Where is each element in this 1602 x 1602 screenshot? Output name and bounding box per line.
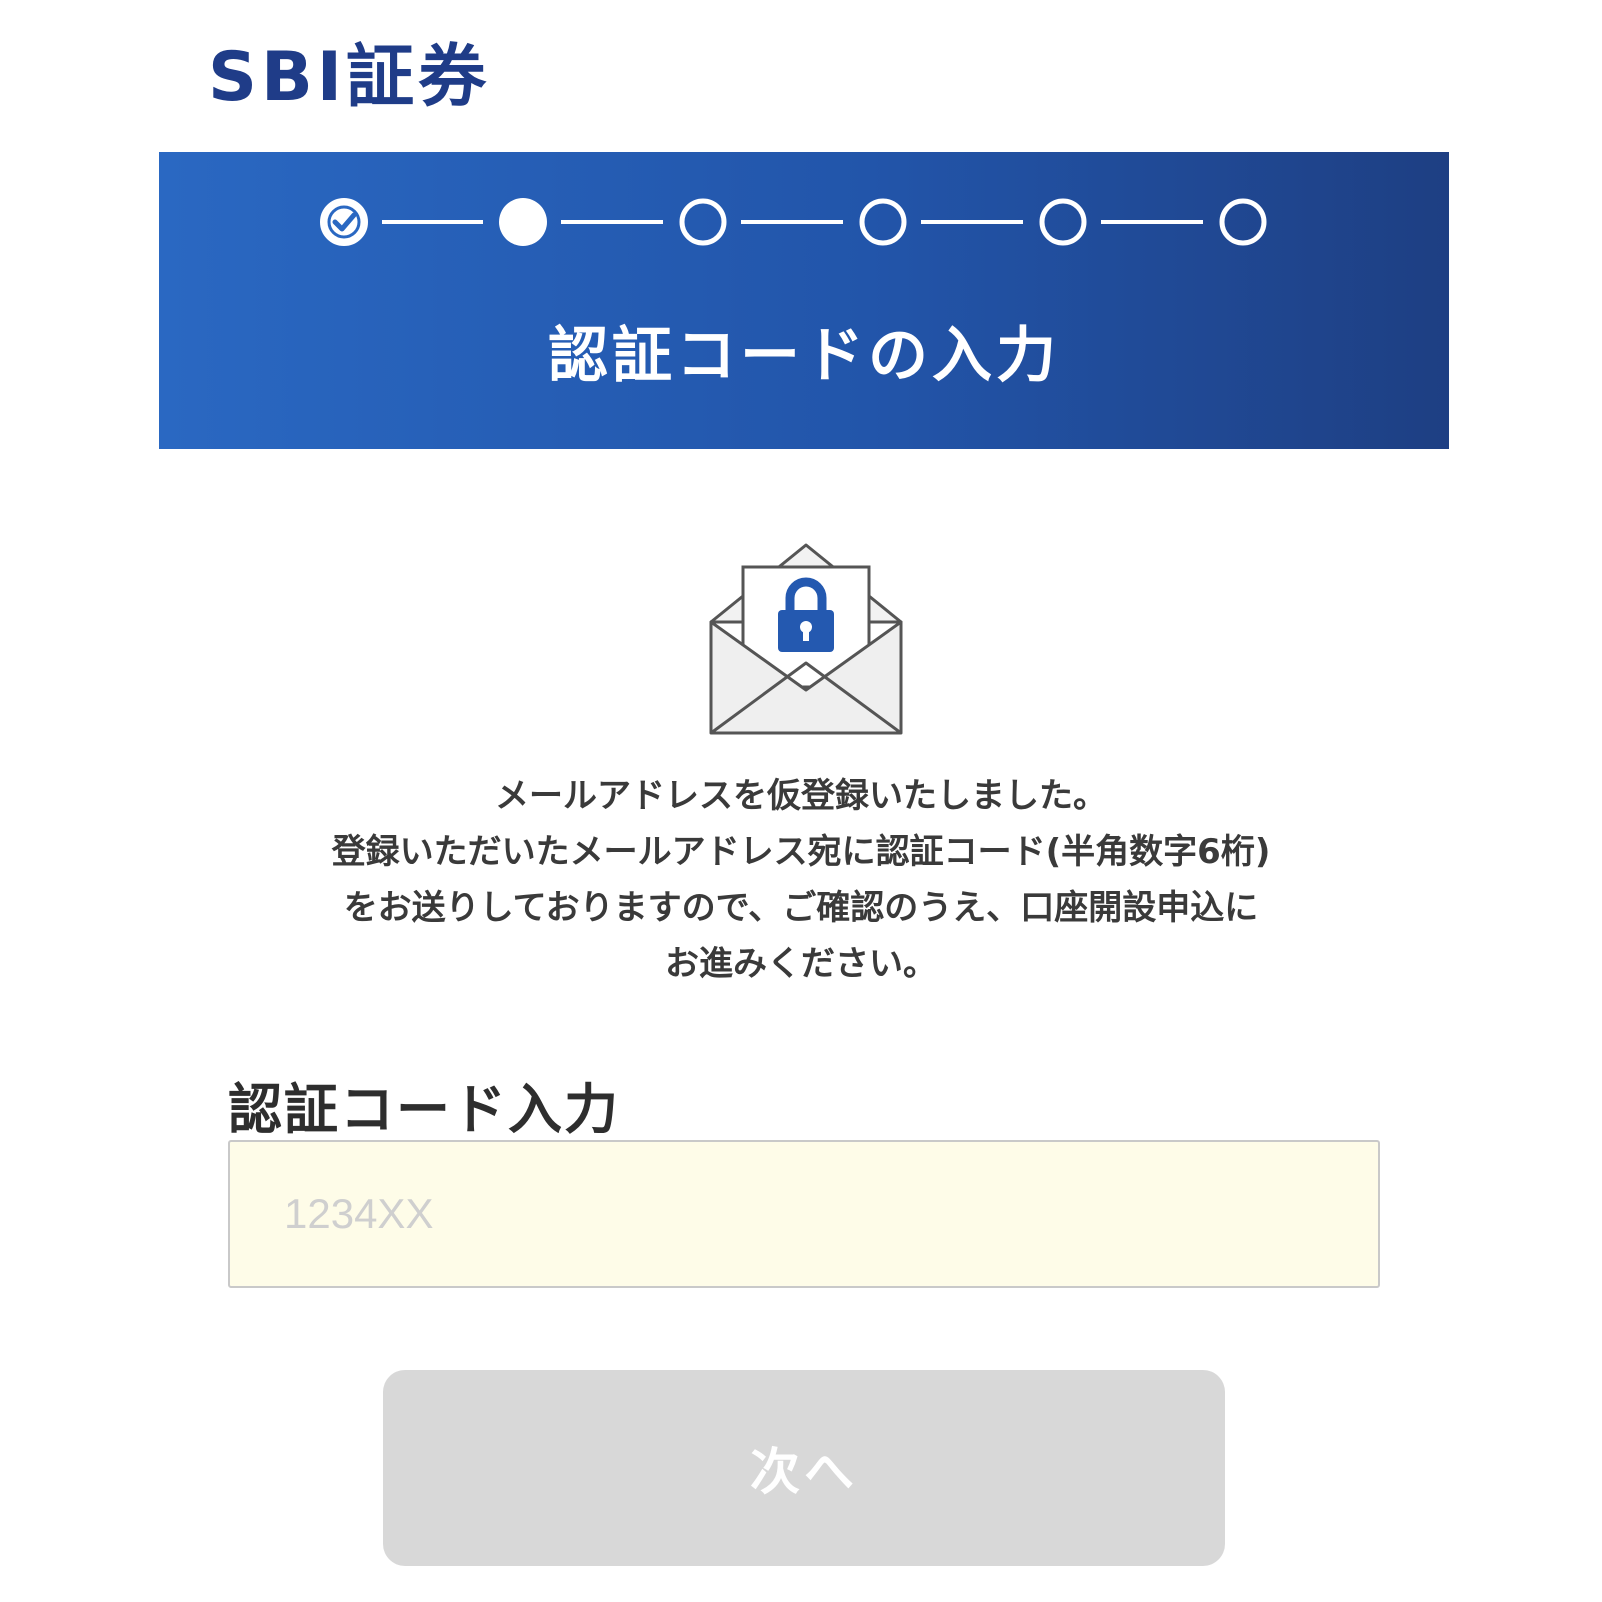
step-2-current-icon [499, 198, 547, 246]
message-line: メールアドレスを仮登録いたしました。 [495, 776, 1107, 816]
message-line: 登録いただいたメールアドレス宛に認証コード(半角数字6桁) [331, 832, 1271, 872]
step-6-icon [1219, 198, 1267, 246]
step-5-icon [1039, 198, 1087, 246]
stepper-graphic [320, 198, 1267, 246]
step-4-icon [859, 198, 907, 246]
progress-banner: 認証コードの入力 [159, 152, 1449, 449]
mail-lock-icon [709, 543, 903, 735]
message-line: お進みください。 [665, 944, 937, 984]
message-line: をお送りしておりますので、ご確認のうえ、口座開設申込に [343, 888, 1259, 928]
next-button[interactable]: 次へ [383, 1370, 1225, 1566]
page-title: 認証コードの入力 [548, 321, 1060, 391]
progress-stepper [159, 152, 1449, 302]
sbi-logo: SBI証券 [208, 37, 491, 117]
confirmation-message: メールアドレスを仮登録いたしました。 登録いただいたメールアドレス宛に認証コード… [200, 768, 1402, 992]
step-1-completed-icon [320, 198, 368, 246]
step-3-icon [679, 198, 727, 246]
verification-code-label: 認証コード入力 [228, 1078, 620, 1141]
verification-code-input[interactable] [228, 1140, 1380, 1288]
